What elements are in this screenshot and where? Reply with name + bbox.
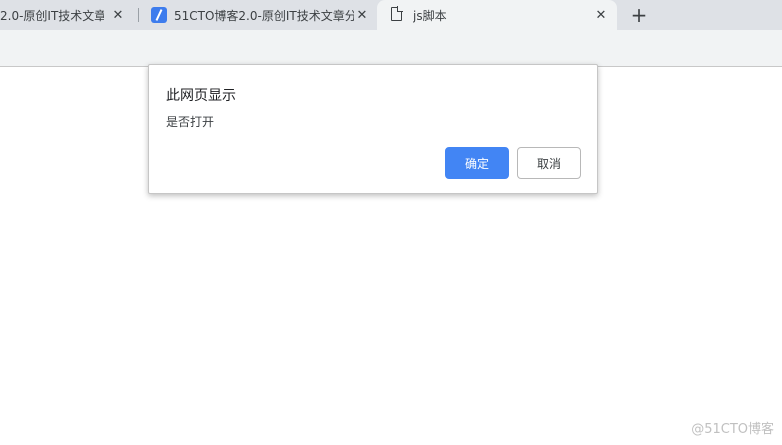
tab-title: js脚本 [413, 8, 447, 23]
close-icon[interactable]: ✕ [110, 7, 126, 23]
dialog-message: 是否打开 [166, 115, 215, 129]
close-icon[interactable]: ✕ [593, 7, 609, 23]
close-icon[interactable]: ✕ [354, 7, 370, 23]
toolbar [0, 30, 782, 67]
tab-separator [138, 8, 139, 22]
51cto-favicon-icon [151, 7, 167, 23]
tab-js-script[interactable]: js脚本 ✕ [377, 0, 617, 30]
ok-button[interactable]: 确定 [445, 147, 509, 179]
dialog-title: 此网页显示 [166, 88, 236, 104]
tab-title: 2.0-原创IT技术文章分 [0, 8, 104, 23]
browser-window: 2.0-原创IT技术文章分 ✕ 51CTO博客2.0-原创IT技术文章分 ✕ j… [0, 0, 782, 445]
tab-51cto-blog[interactable]: 51CTO博客2.0-原创IT技术文章分 ✕ [143, 0, 375, 30]
cancel-button[interactable]: 取消 [517, 147, 581, 179]
tab-title: 51CTO博客2.0-原创IT技术文章分 [174, 8, 354, 23]
alert-dialog: 此网页显示 是否打开 确定 取消 [148, 64, 598, 194]
tab-strip: 2.0-原创IT技术文章分 ✕ 51CTO博客2.0-原创IT技术文章分 ✕ j… [0, 0, 782, 30]
watermark: @51CTO博客 [691, 422, 774, 437]
new-tab-button[interactable]: + [628, 4, 650, 26]
document-icon [391, 6, 403, 21]
tab-blog-previous[interactable]: 2.0-原创IT技术文章分 ✕ [0, 0, 136, 30]
